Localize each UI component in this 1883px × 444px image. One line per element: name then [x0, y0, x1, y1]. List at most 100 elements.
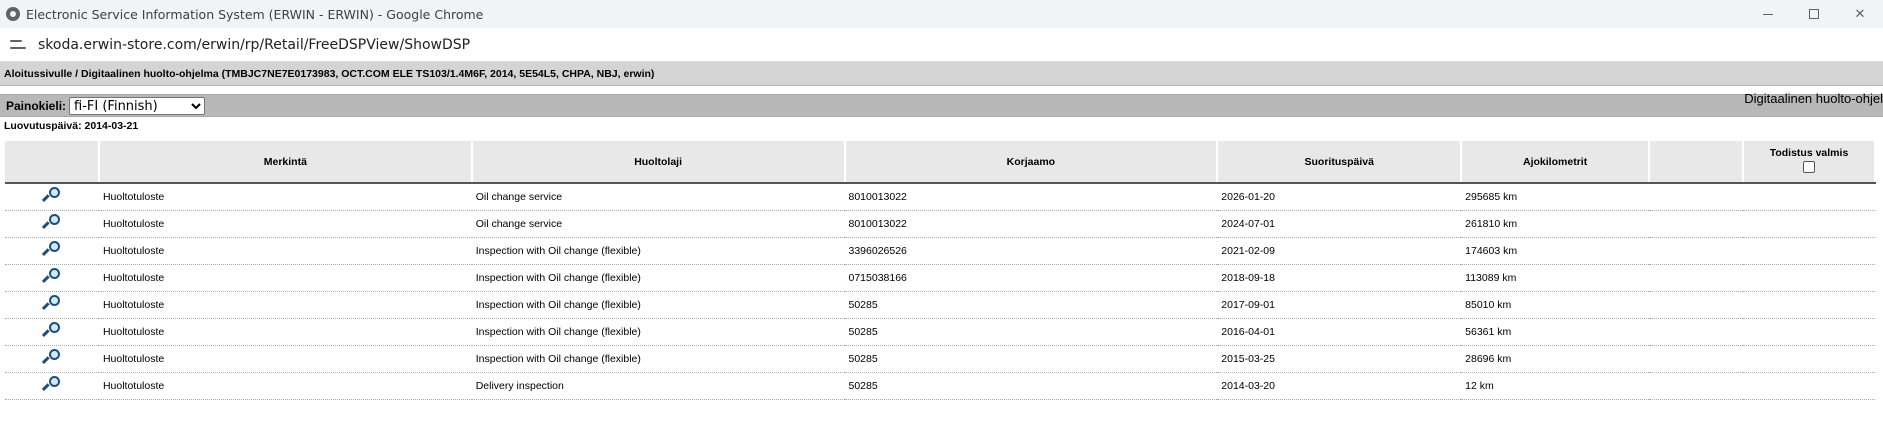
cell-extra: [1649, 237, 1743, 265]
window-title: Electronic Service Information System (E…: [26, 6, 484, 22]
table-row: Huoltotuloste Oil change service 801001302…: [5, 183, 1875, 211]
window-controls: ✕: [1745, 0, 1883, 28]
magnifier-icon[interactable]: [41, 375, 61, 393]
header-certificate-label: Todistus valmis: [1769, 147, 1849, 159]
table-row: Huoltotuloste Oil change service 801001302…: [5, 210, 1875, 238]
cell-date: 2021-02-09: [1217, 237, 1462, 265]
site-info-icon[interactable]: [10, 38, 26, 52]
magnifier-icon[interactable]: [41, 267, 61, 285]
header-workshop[interactable]: Korjaamo: [844, 141, 1219, 184]
cell-certificate: [1743, 291, 1875, 319]
magnifier-icon[interactable]: [41, 240, 61, 258]
breadcrumb: Aloitussivulle / Digitaalinen huolto-ohj…: [0, 62, 1883, 86]
header-icon: [5, 141, 100, 184]
view-cell[interactable]: [5, 345, 99, 373]
language-label: Painokieli:: [6, 98, 67, 113]
cell-extra: [1649, 183, 1743, 211]
table-row: Huoltotuloste Delivery inspection 50285 201…: [5, 372, 1875, 400]
header-certificate: Todistus valmis: [1743, 141, 1876, 184]
cell-service-type: Oil change service: [471, 183, 845, 211]
breadcrumb-text[interactable]: Aloitussivulle / Digitaalinen huolto-ohj…: [4, 68, 654, 80]
cell-mileage: 295685 km: [1461, 183, 1650, 211]
table-row: Huoltotuloste Inspection with Oil change …: [5, 291, 1875, 319]
header-extra: [1649, 141, 1744, 184]
cell-marking: Huoltotuloste: [98, 291, 472, 319]
cell-date: 2018-09-18: [1217, 264, 1462, 292]
cell-workshop: 3396026526: [844, 237, 1218, 265]
cell-certificate: [1743, 183, 1875, 211]
cell-workshop: 8010013022: [844, 183, 1218, 211]
cell-marking: Huoltotuloste: [98, 237, 472, 265]
cell-extra: [1649, 264, 1743, 292]
cell-marking: Huoltotuloste: [98, 318, 472, 346]
magnifier-icon[interactable]: [41, 186, 61, 204]
header-marking[interactable]: Merkintä: [98, 141, 473, 184]
cell-mileage: 56361 km: [1461, 318, 1650, 346]
window-title-bar: Electronic Service Information System (E…: [0, 0, 1883, 28]
cell-mileage: 174603 km: [1461, 237, 1650, 265]
close-icon: ✕: [1854, 6, 1866, 22]
cell-certificate: [1743, 372, 1875, 400]
view-cell[interactable]: [5, 264, 99, 292]
table-row: Huoltotuloste Inspection with Oil change …: [5, 345, 1875, 373]
cell-marking: Huoltotuloste: [98, 264, 472, 292]
minimize-button[interactable]: [1745, 0, 1791, 28]
cell-marking: Huoltotuloste: [98, 372, 472, 400]
magnifier-icon[interactable]: [41, 294, 61, 312]
release-date: Luovutuspäivä: 2014-03-21: [4, 120, 139, 132]
maximize-icon: [1809, 9, 1819, 19]
cell-service-type: Inspection with Oil change (flexible): [471, 237, 845, 265]
cell-mileage: 85010 km: [1461, 291, 1650, 319]
cell-service-type: Delivery inspection: [471, 372, 845, 400]
language-bar: Painokieli: fi-FI (Finnish) Digitaalinen…: [0, 91, 1883, 117]
maximize-button[interactable]: [1791, 0, 1837, 28]
chrome-app-icon: [6, 7, 20, 21]
cell-date: 2024-07-01: [1217, 210, 1462, 238]
cell-certificate: [1743, 345, 1875, 373]
header-mileage[interactable]: Ajokilometrit: [1461, 141, 1651, 184]
cell-marking: Huoltotuloste: [98, 345, 472, 373]
cell-service-type: Inspection with Oil change (flexible): [471, 264, 845, 292]
view-cell[interactable]: [5, 183, 99, 211]
magnifier-icon[interactable]: [41, 348, 61, 366]
cell-extra: [1649, 318, 1743, 346]
view-cell[interactable]: [5, 291, 99, 319]
cell-date: 2014-03-20: [1217, 372, 1462, 400]
close-button[interactable]: ✕: [1837, 0, 1883, 28]
table-body: Huoltotuloste Oil change service 801001302…: [5, 183, 1875, 400]
cell-workshop: 0715038166: [844, 264, 1218, 292]
cell-service-type: Inspection with Oil change (flexible): [471, 291, 845, 319]
cell-mileage: 12 km: [1461, 372, 1650, 400]
select-all-checkbox[interactable]: [1803, 161, 1815, 173]
cell-marking: Huoltotuloste: [98, 183, 472, 211]
cell-workshop: 50285: [844, 318, 1218, 346]
cell-mileage: 113089 km: [1461, 264, 1650, 292]
address-bar[interactable]: skoda.erwin-store.com/erwin/rp/Retail/Fr…: [0, 28, 1883, 62]
cell-extra: [1649, 210, 1743, 238]
language-select[interactable]: fi-FI (Finnish): [69, 96, 206, 115]
header-service-type[interactable]: Huoltolaji: [471, 141, 846, 184]
cell-certificate: [1743, 264, 1875, 292]
header-date[interactable]: Suorituspäivä: [1217, 141, 1463, 184]
table-row: Huoltotuloste Inspection with Oil change …: [5, 237, 1875, 265]
cell-certificate: [1743, 210, 1875, 238]
cell-service-type: Oil change service: [471, 210, 845, 238]
view-cell[interactable]: [5, 372, 99, 400]
view-cell[interactable]: [5, 237, 99, 265]
view-cell[interactable]: [5, 318, 99, 346]
page-title: Digitaalinen huolto-ohjel: [1744, 91, 1883, 106]
cell-workshop: 8010013022: [844, 210, 1218, 238]
cell-date: 2026-01-20: [1217, 183, 1462, 211]
cell-extra: [1649, 345, 1743, 373]
view-cell[interactable]: [5, 210, 99, 238]
magnifier-icon[interactable]: [41, 321, 61, 339]
service-history-table: Merkintä Huoltolaji Korjaamo Suorituspäi…: [5, 141, 1876, 400]
magnifier-icon[interactable]: [41, 213, 61, 231]
cell-service-type: Inspection with Oil change (flexible): [471, 318, 845, 346]
url-text[interactable]: skoda.erwin-store.com/erwin/rp/Retail/Fr…: [38, 37, 470, 53]
cell-workshop: 50285: [844, 345, 1218, 373]
cell-certificate: [1743, 237, 1875, 265]
cell-certificate: [1743, 318, 1875, 346]
cell-mileage: 261810 km: [1461, 210, 1650, 238]
cell-extra: [1649, 372, 1743, 400]
